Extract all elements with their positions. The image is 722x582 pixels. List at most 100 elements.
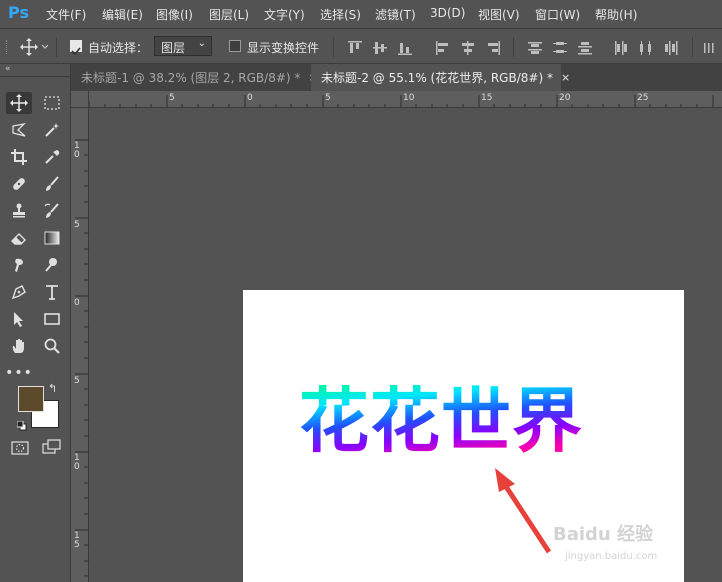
ruler-label: 5 xyxy=(74,376,80,386)
menu-3d[interactable]: 3D(D) xyxy=(430,6,465,20)
options-bar: 自动选择： 图层 ⌄ 显示变换控件 xyxy=(0,28,722,64)
tab-document-2[interactable]: 未标题-2 @ 55.1% (花花世界, RGB/8#) * × xyxy=(311,64,570,91)
align-top-icon[interactable] xyxy=(348,40,362,59)
menu-select[interactable]: 选择(S) xyxy=(320,6,361,23)
tab-document-1-label: 未标题-1 @ 38.2% (图层 2, RGB/8#) * xyxy=(81,71,301,85)
menu-image[interactable]: 图像(I) xyxy=(156,6,193,23)
distribute-vcenter-icon[interactable] xyxy=(553,40,567,59)
auto-align-icon[interactable] xyxy=(704,40,718,59)
edit-toolbar-button[interactable]: ••• xyxy=(5,362,33,384)
menu-type[interactable]: 文字(Y) xyxy=(264,6,305,23)
magnifier-icon xyxy=(44,338,60,354)
auto-select-target-dropdown[interactable]: 图层 ⌄ xyxy=(154,36,212,56)
menu-window[interactable]: 窗口(W) xyxy=(535,6,580,23)
photoshop-logo: Ps xyxy=(8,3,29,22)
pen-tool[interactable] xyxy=(6,281,32,303)
ruler-label: 0 xyxy=(247,93,253,103)
type-icon xyxy=(46,285,58,300)
move-tool[interactable] xyxy=(6,92,32,114)
stamp-icon xyxy=(13,203,25,218)
menu-file[interactable]: 文件(F) xyxy=(46,6,86,23)
align-hcenter-icon[interactable] xyxy=(461,40,475,59)
bandage-icon xyxy=(13,178,25,190)
tab-document-1[interactable]: 未标题-1 @ 38.2% (图层 2, RGB/8#) * × xyxy=(71,64,318,91)
path-selection-tool[interactable] xyxy=(6,308,32,330)
distribute-left-icon[interactable] xyxy=(614,40,628,59)
rectangle-icon xyxy=(44,313,60,325)
rect-marquee-icon xyxy=(44,96,60,110)
show-transform-checkbox[interactable] xyxy=(229,40,241,52)
document-workspace[interactable]: 花花世界 xyxy=(89,108,722,582)
default-colors-icon[interactable] xyxy=(16,416,27,435)
type-tool[interactable] xyxy=(39,281,65,303)
horizontal-ruler[interactable]: 5 0 5 10 15 20 25 xyxy=(89,91,722,108)
menu-view[interactable]: 视图(V) xyxy=(478,6,520,23)
rectangle-tool[interactable] xyxy=(39,308,65,330)
document-tabs: 未标题-1 @ 38.2% (图层 2, RGB/8#) * × 未标题-2 @… xyxy=(71,64,722,91)
distribute-hcenter-icon[interactable] xyxy=(639,40,653,59)
menu-help[interactable]: 帮助(H) xyxy=(595,6,637,23)
polygonal-lasso-icon xyxy=(12,122,26,137)
ruler-origin[interactable] xyxy=(71,91,89,108)
eyedropper-icon xyxy=(45,150,60,164)
swap-colors-icon[interactable]: ↰ xyxy=(48,382,57,395)
ruler-label: 1 0 xyxy=(74,141,80,160)
brush-tool[interactable] xyxy=(39,173,65,195)
gradient-text-layer[interactable]: 花花世界 xyxy=(299,380,583,462)
screen-mode-icon[interactable] xyxy=(42,439,62,459)
move-icon xyxy=(10,94,28,112)
marquee-tool[interactable] xyxy=(39,92,65,114)
arrow-cursor-icon xyxy=(14,312,23,327)
lasso-tool[interactable] xyxy=(6,119,32,141)
distribute-top-icon[interactable] xyxy=(528,40,542,59)
gradient-icon xyxy=(44,231,60,245)
more-dots-icon: ••• xyxy=(5,365,33,381)
magic-wand-tool[interactable] xyxy=(39,119,65,141)
options-grip[interactable] xyxy=(6,40,11,54)
eraser-tool[interactable] xyxy=(6,227,32,249)
gradient-tool[interactable] xyxy=(39,227,65,249)
history-brush-tool[interactable] xyxy=(39,200,65,222)
distribute-right-icon[interactable] xyxy=(664,40,678,59)
ruler-label: 1 5 xyxy=(74,531,80,550)
hand-tool[interactable] xyxy=(6,335,32,357)
close-icon[interactable]: × xyxy=(561,71,570,84)
menu-bar: Ps 文件(F) 编辑(E) 图像(I) 图层(L) 文字(Y) 选择(S) 滤… xyxy=(0,0,722,28)
quick-mask-icon[interactable] xyxy=(11,440,29,459)
smudge-tool[interactable] xyxy=(6,254,32,276)
crop-tool[interactable] xyxy=(6,146,32,168)
ruler-label: 1 0 xyxy=(74,453,80,472)
auto-select-target-value: 图层 xyxy=(161,41,186,55)
ruler-label: 5 xyxy=(169,93,175,103)
tools-panel: « ••• ↰ xyxy=(0,64,71,582)
clone-stamp-tool[interactable] xyxy=(6,200,32,222)
ruler-label: 20 xyxy=(559,93,571,103)
watermark-url: jingyan.baidu.com xyxy=(565,551,658,562)
menu-filter[interactable]: 滤镜(T) xyxy=(375,6,416,23)
foreground-color-swatch[interactable] xyxy=(18,386,44,412)
move-tool-preset-icon[interactable] xyxy=(20,38,49,60)
ruler-label: 15 xyxy=(481,93,493,103)
healing-brush-tool[interactable] xyxy=(6,173,32,195)
zoom-tool[interactable] xyxy=(39,335,65,357)
dodge-tool[interactable] xyxy=(39,254,65,276)
ruler-label: 25 xyxy=(637,93,649,103)
auto-select-checkbox[interactable] xyxy=(70,40,82,56)
ruler-label: 0 xyxy=(74,298,80,308)
distribute-bottom-icon[interactable] xyxy=(578,40,592,59)
smudge-icon xyxy=(15,258,23,272)
chevron-down-icon: ⌄ xyxy=(197,38,206,49)
eyedropper-tool[interactable] xyxy=(39,146,65,168)
align-right-icon[interactable] xyxy=(486,40,500,59)
align-bottom-icon[interactable] xyxy=(398,40,412,59)
watermark-brand: Baidu 经验 xyxy=(553,524,654,545)
crop-icon xyxy=(11,149,27,165)
history-brush-icon xyxy=(44,203,59,218)
collapse-panel-icon[interactable]: « xyxy=(5,64,11,74)
align-vcenter-icon[interactable] xyxy=(373,40,387,59)
vertical-ruler[interactable]: 1 0 5 0 5 1 0 1 5 xyxy=(71,108,89,582)
tab-document-2-label: 未标题-2 @ 55.1% (花花世界, RGB/8#) * xyxy=(321,71,553,85)
menu-edit[interactable]: 编辑(E) xyxy=(102,6,143,23)
align-left-icon[interactable] xyxy=(436,40,450,59)
menu-layer[interactable]: 图层(L) xyxy=(209,6,249,23)
